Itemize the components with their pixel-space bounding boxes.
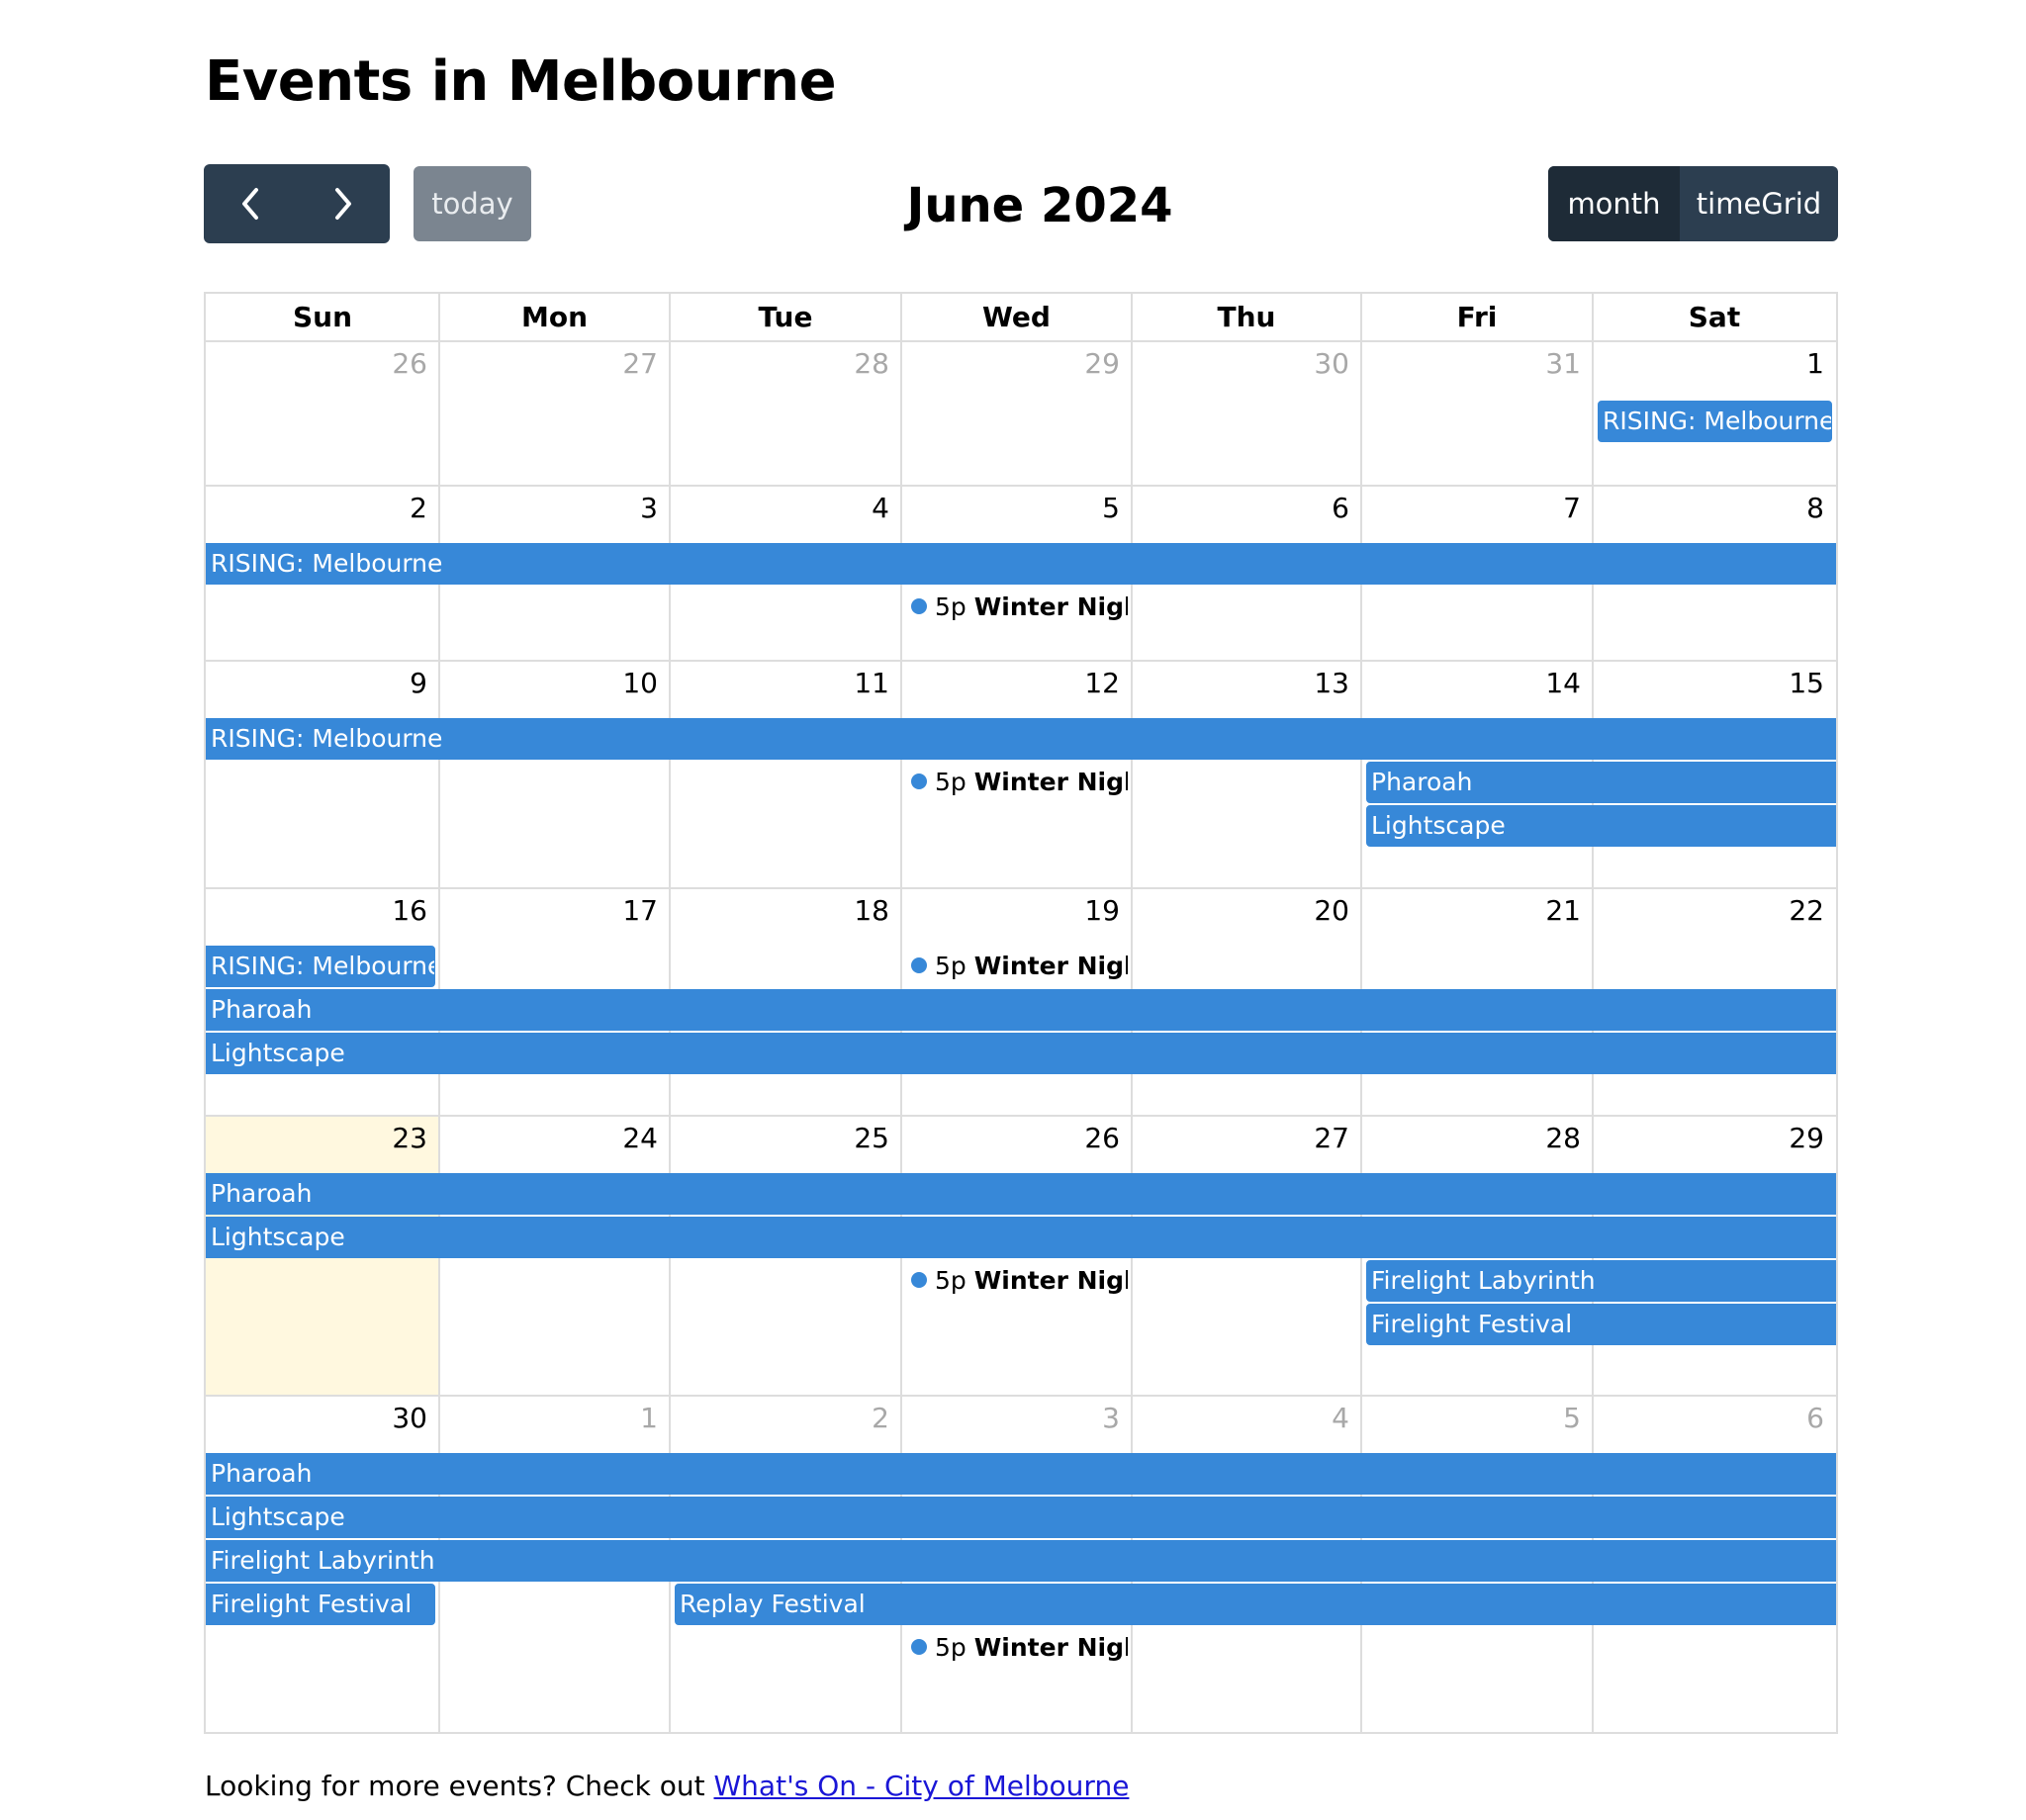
timed-event[interactable]: 5p Winter Night Market	[911, 950, 1128, 983]
timed-event[interactable]: 5p Winter Night Market	[911, 591, 1128, 624]
row-divider	[206, 485, 1836, 487]
weekday-header-wed: Wed	[982, 301, 1051, 333]
day-number[interactable]: 3	[439, 492, 658, 525]
day-number[interactable]: 5	[901, 492, 1120, 525]
day-number[interactable]: 27	[1132, 1122, 1349, 1155]
event-bar[interactable]: Lightscape	[206, 1217, 1836, 1258]
timed-event[interactable]: 5p Winter Night Market	[911, 766, 1128, 799]
event-bar[interactable]: Firelight Festival	[206, 1584, 435, 1625]
event-bar[interactable]: Pharoah	[206, 1453, 1836, 1495]
event-time: 5p	[935, 768, 967, 796]
event-title: Winter Night Market	[973, 1633, 1128, 1662]
weekday-header-mon: Mon	[520, 301, 589, 333]
event-time: 5p	[935, 592, 967, 621]
event-time: 5p	[935, 1266, 967, 1295]
weekday-header-sun: Sun	[292, 301, 353, 333]
day-number[interactable]: 15	[1593, 667, 1824, 700]
day-number[interactable]: 5	[1361, 1402, 1581, 1435]
row-divider	[206, 1395, 1836, 1397]
event-dot-icon	[911, 598, 927, 614]
day-number[interactable]: 21	[1361, 894, 1581, 928]
day-number[interactable]: 12	[901, 667, 1120, 700]
weekday-header-sat: Sat	[1688, 301, 1741, 333]
day-number[interactable]: 30	[1132, 347, 1349, 381]
weekday-header-thu: Thu	[1217, 301, 1276, 333]
event-time: 5p	[935, 952, 967, 980]
day-number[interactable]: 16	[206, 894, 427, 928]
event-title: Winter Night Market	[973, 592, 1128, 621]
day-number[interactable]: 6	[1132, 492, 1349, 525]
day-number[interactable]: 25	[670, 1122, 889, 1155]
day-number[interactable]: 11	[670, 667, 889, 700]
event-bar[interactable]: Lightscape	[206, 1497, 1836, 1538]
day-number[interactable]: 28	[670, 347, 889, 381]
day-number[interactable]: 13	[1132, 667, 1349, 700]
day-number[interactable]: 2	[670, 1402, 889, 1435]
footer-text: Looking for more events? Check out	[205, 1770, 714, 1802]
event-bar[interactable]: Lightscape	[1366, 805, 1836, 847]
day-number[interactable]: 30	[206, 1402, 427, 1435]
event-bar[interactable]: Firelight Labyrinth	[1366, 1260, 1836, 1302]
event-dot-icon	[911, 1272, 927, 1288]
row-divider	[206, 1115, 1836, 1117]
event-time: 5p	[935, 1633, 967, 1662]
day-number[interactable]: 4	[670, 492, 889, 525]
day-number[interactable]: 3	[901, 1402, 1120, 1435]
day-number[interactable]: 20	[1132, 894, 1349, 928]
view-switcher: month timeGrid	[1548, 166, 1838, 241]
event-title: Winter Night Market	[973, 768, 1128, 796]
event-bar[interactable]: Pharoah	[206, 1173, 1836, 1215]
event-bar[interactable]: RISING: Melbourne	[206, 718, 1836, 760]
event-bar[interactable]: Firelight Labyrinth	[206, 1540, 1836, 1582]
day-number[interactable]: 19	[901, 894, 1120, 928]
day-number[interactable]: 14	[1361, 667, 1581, 700]
event-bar[interactable]: Lightscape	[206, 1033, 1836, 1074]
day-number[interactable]: 29	[1593, 1122, 1824, 1155]
day-number[interactable]: 1	[439, 1402, 658, 1435]
event-dot-icon	[911, 957, 927, 973]
day-number[interactable]: 7	[1361, 492, 1581, 525]
day-number[interactable]: 28	[1361, 1122, 1581, 1155]
whats-on-link[interactable]: What's On - City of Melbourne	[714, 1770, 1130, 1802]
weekday-header-tue: Tue	[758, 301, 813, 333]
event-bar[interactable]: Firelight Festival	[1366, 1304, 1836, 1345]
day-number[interactable]: 10	[439, 667, 658, 700]
event-bar[interactable]: RISING: Melbourne	[206, 946, 435, 987]
day-number[interactable]: 26	[206, 347, 427, 381]
day-number[interactable]: 27	[439, 347, 658, 381]
day-number[interactable]: 22	[1593, 894, 1824, 928]
event-title: Winter Night Market	[973, 952, 1128, 980]
footer: Looking for more events? Check out What'…	[205, 1767, 1129, 1806]
day-number[interactable]: 26	[901, 1122, 1120, 1155]
view-month-button[interactable]: month	[1548, 166, 1680, 241]
timed-event[interactable]: 5p Winter Night Market	[911, 1631, 1128, 1665]
day-number[interactable]: 23	[206, 1122, 427, 1155]
calendar-grid: Sun Mon Tue Wed Thu Fri Sat 26 27 28 29 30 31 1 RISING…	[204, 292, 1838, 1734]
day-number[interactable]: 31	[1361, 347, 1581, 381]
day-number[interactable]: 17	[439, 894, 658, 928]
weekday-header-fri: Fri	[1456, 301, 1498, 333]
day-number[interactable]: 24	[439, 1122, 658, 1155]
row-divider	[206, 660, 1836, 662]
event-bar[interactable]: RISING: Melbourne	[1598, 401, 1832, 442]
page-title: Events in Melbourne	[205, 49, 837, 114]
day-number[interactable]: 1	[1593, 347, 1824, 381]
event-bar[interactable]: Replay Festival	[675, 1584, 1836, 1625]
view-timegrid-button[interactable]: timeGrid	[1680, 166, 1838, 241]
event-dot-icon	[911, 1639, 927, 1655]
row-divider	[206, 887, 1836, 889]
day-number[interactable]: 2	[206, 492, 427, 525]
timed-event[interactable]: 5p Winter Night Market	[911, 1264, 1128, 1298]
day-number[interactable]: 6	[1593, 1402, 1824, 1435]
day-number[interactable]: 9	[206, 667, 427, 700]
day-number[interactable]: 8	[1593, 492, 1824, 525]
day-number[interactable]: 4	[1132, 1402, 1349, 1435]
event-bar[interactable]: RISING: Melbourne	[206, 543, 1836, 585]
event-bar[interactable]: Pharoah	[206, 989, 1836, 1031]
day-number[interactable]: 29	[901, 347, 1120, 381]
event-dot-icon	[911, 774, 927, 789]
day-number[interactable]: 18	[670, 894, 889, 928]
event-bar[interactable]: Pharoah	[1366, 762, 1836, 803]
event-title: Winter Night Market	[973, 1266, 1128, 1295]
